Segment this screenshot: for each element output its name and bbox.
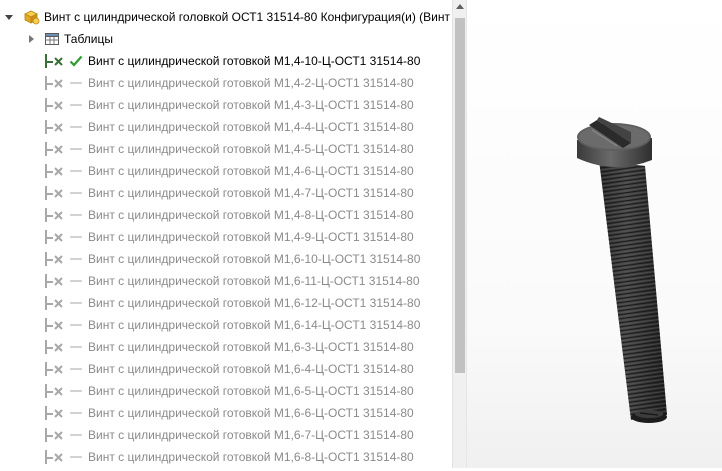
config-item-label: Винт с цилиндрической готовкой М1,4-5-Ц-… (88, 142, 414, 156)
config-item-label: Винт с цилиндрической готовкой М1,6-5-Ц-… (88, 384, 414, 398)
dash-icon (68, 141, 84, 157)
config-item-label: Винт с цилиндрической готовкой М1,4-7-Ц-… (88, 186, 414, 200)
config-item[interactable]: Винт с цилиндрической готовкой М1,4-7-Ц-… (0, 182, 452, 204)
dash-icon (68, 317, 84, 333)
config-item[interactable]: Винт с цилиндрической готовкой М1,4-2-Ц-… (0, 72, 452, 94)
dash-icon (68, 251, 84, 267)
configuration-icon (44, 119, 66, 135)
model-viewport[interactable] (467, 0, 722, 468)
config-item[interactable]: Винт с цилиндрической готовкой М1,4-4-Ц-… (0, 116, 452, 138)
tree-item-tables[interactable]: Таблицы (0, 28, 452, 50)
config-item[interactable]: Винт с цилиндрической готовкой М1,6-10-Ц… (0, 248, 452, 270)
tree-root[interactable]: Винт с цилиндрической головкой ОСТ1 3151… (0, 6, 452, 28)
configuration-icon (44, 185, 66, 201)
tree-root-label: Винт с цилиндрической головкой ОСТ1 3151… (44, 10, 450, 24)
dash-icon (68, 75, 84, 91)
configuration-icon (44, 97, 66, 113)
config-item-label: Винт с цилиндрической готовкой М1,4-6-Ц-… (88, 164, 414, 178)
configuration-icon (44, 229, 66, 245)
scrollbar-thumb[interactable] (455, 18, 465, 373)
dash-icon (68, 185, 84, 201)
config-item[interactable]: Винт с цилиндрической готовкой М1,4-6-Ц-… (0, 160, 452, 182)
configuration-icon (44, 317, 66, 333)
configuration-icon (44, 141, 66, 157)
config-item[interactable]: Винт с цилиндрической готовкой М1,4-9-Ц-… (0, 226, 452, 248)
config-item-label: Винт с цилиндрической готовкой М1,6-14-Ц… (88, 318, 421, 332)
dash-icon (68, 361, 84, 377)
part-configurations-icon (22, 9, 40, 25)
config-item[interactable]: Винт с цилиндрической готовкой М1,6-5-Ц-… (0, 380, 452, 402)
configuration-icon (44, 361, 66, 377)
config-item[interactable]: Винт с цилиндрической готовкой М1,4-3-Ц-… (0, 94, 452, 116)
tree-item-tables-label: Таблицы (64, 32, 114, 46)
config-item-label: Винт с цилиндрической готовкой М1,6-4-Ц-… (88, 362, 414, 376)
configuration-icon (44, 383, 66, 399)
config-item-label: Винт с цилиндрической готовкой М1,6-11-Ц… (88, 274, 420, 288)
dash-icon (68, 427, 84, 443)
collapse-arrow-icon[interactable] (4, 12, 14, 22)
config-item-label: Винт с цилиндрической готовкой М1,4-8-Ц-… (88, 208, 414, 222)
config-item[interactable]: Винт с цилиндрической готовкой М1,4-5-Ц-… (0, 138, 452, 160)
configuration-icon (44, 207, 66, 223)
configuration-tree: Винт с цилиндрической головкой ОСТ1 3151… (0, 0, 452, 468)
dash-icon (68, 229, 84, 245)
dash-icon (68, 339, 84, 355)
config-item-label: Винт с цилиндрической готовкой М1,4-9-Ц-… (88, 230, 414, 244)
configuration-icon (44, 163, 66, 179)
config-item-label: Винт с цилиндрической готовкой М1,4-10-Ц… (88, 54, 421, 68)
dash-icon (68, 97, 84, 113)
expand-arrow-icon[interactable] (26, 34, 36, 44)
config-item-label: Винт с цилиндрической готовкой М1,6-3-Ц-… (88, 340, 414, 354)
config-item[interactable]: Винт с цилиндрической готовкой М1,6-12-Ц… (0, 292, 452, 314)
dash-icon (68, 207, 84, 223)
config-item-label: Винт с цилиндрической готовкой М1,6-12-Ц… (88, 296, 421, 310)
dash-icon (68, 383, 84, 399)
table-icon (44, 31, 60, 47)
configuration-icon (44, 53, 66, 69)
config-item-label: Винт с цилиндрической готовкой М1,6-8-Ц-… (88, 450, 414, 464)
dash-icon (68, 405, 84, 421)
config-item[interactable]: Винт с цилиндрической готовкой М1,6-4-Ц-… (0, 358, 452, 380)
config-item[interactable]: Винт с цилиндрической готовкой М1,6-6-Ц-… (0, 402, 452, 424)
configuration-icon (44, 273, 66, 289)
config-item-label: Винт с цилиндрической готовкой М1,6-6-Ц-… (88, 406, 414, 420)
dash-icon (68, 273, 84, 289)
config-item-active[interactable]: Винт с цилиндрической готовкой М1,4-10-Ц… (0, 50, 452, 72)
config-item[interactable]: Винт с цилиндрической готовкой М1,6-7-Ц-… (0, 424, 452, 446)
config-item-label: Винт с цилиндрической готовкой М1,4-4-Ц-… (88, 120, 414, 134)
configuration-icon (44, 295, 66, 311)
config-item-label: Винт с цилиндрической готовкой М1,6-10-Ц… (88, 252, 421, 266)
config-item[interactable]: Винт с цилиндрической готовкой М1,6-14-Ц… (0, 314, 452, 336)
config-item[interactable]: Винт с цилиндрической готовкой М1,6-11-Ц… (0, 270, 452, 292)
dash-icon (68, 119, 84, 135)
configuration-icon (44, 251, 66, 267)
checkmark-icon (68, 53, 84, 69)
config-item-label: Винт с цилиндрической готовкой М1,6-7-Ц-… (88, 428, 414, 442)
config-item[interactable]: Винт с цилиндрической готовкой М1,4-8-Ц-… (0, 204, 452, 226)
config-item[interactable]: Винт с цилиндрической готовкой М1,6-8-Ц-… (0, 446, 452, 468)
dash-icon (68, 449, 84, 465)
configuration-icon (44, 449, 66, 465)
dash-icon (68, 163, 84, 179)
config-item-label: Винт с цилиндрической готовкой М1,4-3-Ц-… (88, 98, 414, 112)
configuration-icon (44, 427, 66, 443)
configuration-icon (44, 75, 66, 91)
config-item-label: Винт с цилиндрической готовкой М1,4-2-Ц-… (88, 76, 414, 90)
configuration-icon (44, 339, 66, 355)
dash-icon (68, 295, 84, 311)
vertical-scrollbar[interactable] (452, 0, 467, 468)
screw-model-3d (577, 117, 667, 423)
config-item[interactable]: Винт с цилиндрической готовкой М1,6-3-Ц-… (0, 336, 452, 358)
configuration-icon (44, 405, 66, 421)
scroll-up-arrow-icon[interactable] (456, 4, 464, 9)
